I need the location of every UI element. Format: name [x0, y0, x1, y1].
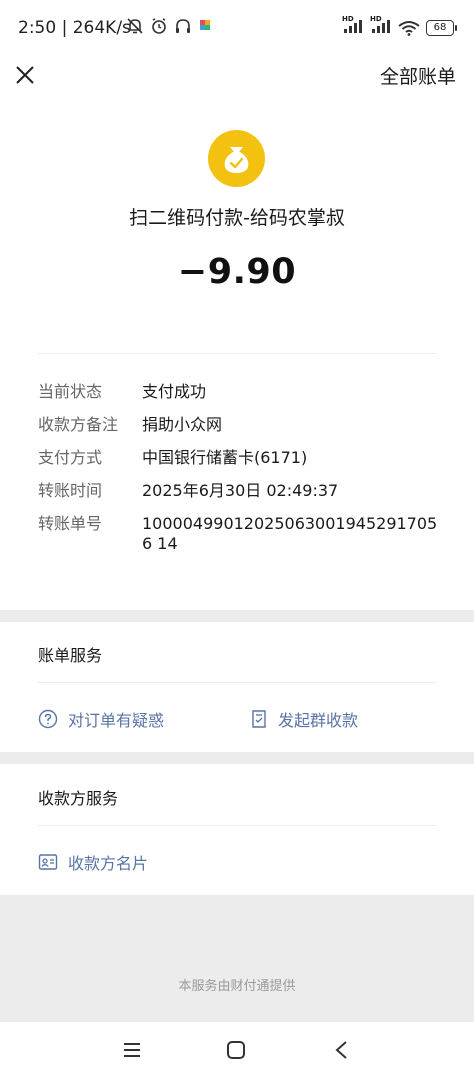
alarm-icon [152, 18, 166, 34]
group-collect-link[interactable]: 发起群收款 [250, 707, 358, 731]
section-title: 账单服务 [38, 646, 103, 665]
detail-list: 当前状态 支付成功 收款方备注 捐助小众网 支付方式 中国银行储蓄卡(6171)… [38, 382, 458, 567]
detail-value: 中国银行储蓄卡(6171) [142, 448, 308, 467]
detail-row-time: 转账时间 2025年6月30日 02:49:37 [38, 481, 458, 501]
top-bar: 全部账单 [0, 56, 474, 100]
system-nav-bar [0, 1022, 474, 1080]
detail-value: 捐助小众网 [142, 415, 223, 434]
menu-icon[interactable] [122, 1040, 142, 1060]
receipt-icon [252, 710, 266, 728]
all-bills-link[interactable]: 全部账单 [380, 62, 456, 89]
bill-service-section: 账单服务 对订单有疑惑 发起群收款 [0, 622, 474, 752]
detail-label: 支付方式 [38, 448, 103, 467]
merchant-name: 扫二维码付款-给码农掌叔 [129, 207, 345, 229]
divider [38, 682, 436, 683]
app-notification-icon [200, 20, 210, 30]
home-icon[interactable] [226, 1040, 246, 1060]
money-bag-icon [224, 147, 249, 173]
back-icon[interactable] [332, 1040, 352, 1060]
signal-icon: HD [342, 15, 364, 38]
order-question-link[interactable]: 对订单有疑惑 [38, 707, 164, 731]
close-icon[interactable] [12, 62, 38, 88]
detail-label: 当前状态 [38, 382, 103, 401]
contact-card-icon [38, 854, 58, 870]
status-time: 2:50 | 264K/s [18, 18, 131, 38]
detail-label: 收款方备注 [38, 415, 119, 434]
merchant-avatar [208, 130, 265, 187]
detail-row-order-number: 转账单号 100004990120250630019452917056 14 [38, 514, 458, 554]
divider [38, 353, 436, 354]
headphones-icon [176, 19, 190, 33]
detail-row-status: 当前状态 支付成功 [38, 382, 458, 402]
detail-row-method: 支付方式 中国银行储蓄卡(6171) [38, 448, 458, 468]
detail-label: 转账单号 [38, 514, 103, 533]
detail-value: 100004990120250630019452917056 14 [142, 514, 438, 553]
signal-icon-2: HD [370, 15, 392, 38]
detail-value: 支付成功 [142, 382, 207, 401]
mute-bell-icon [127, 18, 143, 34]
divider [38, 825, 436, 826]
group-collect-label: 发起群收款 [278, 711, 359, 730]
status-right-icons: HD HD 68 [342, 15, 457, 38]
wifi-icon [398, 21, 420, 36]
order-question-label: 对订单有疑惑 [68, 711, 165, 730]
detail-value: 2025年6月30日 02:49:37 [142, 481, 339, 500]
provider-note: 本服务由财付通提供 [178, 979, 296, 994]
detail-label: 转账时间 [38, 481, 103, 500]
status-bar: 2:50 | 264K/s HD HD 68 [0, 0, 474, 56]
detail-row-remark: 收款方备注 捐助小众网 [38, 415, 458, 435]
payee-card-link[interactable]: 收款方名片 [38, 850, 148, 874]
payee-card-label: 收款方名片 [68, 854, 149, 873]
payment-detail-card: 扫二维码付款-给码农掌叔 −9.90 当前状态 支付成功 收款方备注 捐助小众网… [0, 100, 474, 610]
section-title: 收款方服务 [38, 789, 119, 808]
battery-icon: 68 [426, 20, 457, 36]
payee-service-section: 收款方服务 收款方名片 [0, 764, 474, 895]
question-icon [38, 709, 58, 729]
payment-amount: −9.90 [177, 252, 297, 292]
status-left-icons [126, 17, 212, 35]
